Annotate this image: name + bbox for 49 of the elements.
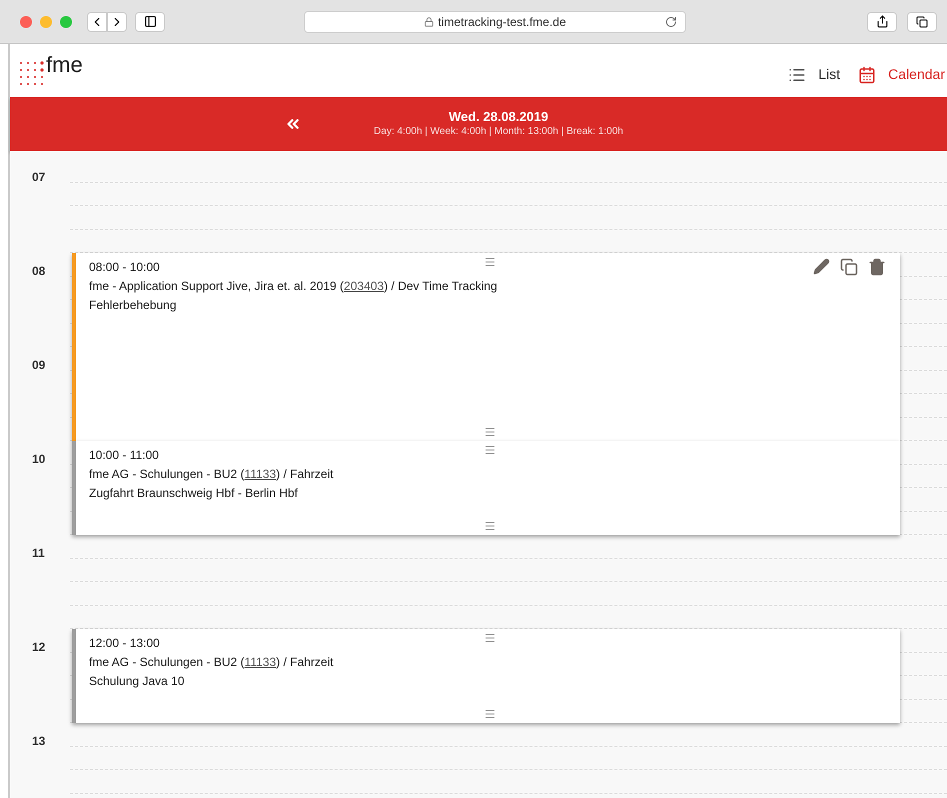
project-code-link[interactable]: 11133 bbox=[244, 655, 276, 669]
entry-note: Fehlerbehebung bbox=[89, 297, 176, 314]
day-title: Wed. 28.08.2019 bbox=[448, 109, 548, 125]
day-summary: Day: 4:00h | Week: 4:00h | Month: 13:00h | Break: 1:00h bbox=[374, 125, 624, 139]
edit-icon[interactable] bbox=[813, 258, 830, 275]
tabs-icon bbox=[916, 16, 928, 28]
drag-handle-icon[interactable] bbox=[484, 520, 496, 532]
time-entry-card[interactable]: 12:00 - 13:00 fme AG - Schulungen - BU2 (11133) / Fahrzeit Schulung Java 10 bbox=[72, 629, 900, 723]
tabs-button[interactable] bbox=[907, 12, 937, 32]
reload-icon[interactable] bbox=[665, 16, 677, 28]
time-entry-card[interactable]: 08:00 - 10:00 fme - Application Support Jive, Jira et. al. 2019 (203403) / Dev Time Tracking Fehlerbehebung bbox=[72, 253, 900, 441]
logo-text: fme bbox=[46, 54, 83, 76]
copy-icon[interactable] bbox=[840, 258, 858, 276]
sidebar-button[interactable] bbox=[135, 12, 165, 32]
entry-time: 08:00 - 10:00 bbox=[89, 259, 160, 276]
entry-project: fme AG - Schulungen - BU2 (11133) / Fahrzeit bbox=[89, 654, 334, 671]
drag-handle-icon[interactable] bbox=[484, 256, 496, 268]
address-field[interactable]: timetracking-test.fme.de bbox=[304, 10, 686, 32]
entry-note: Schulung Java 10 bbox=[89, 673, 184, 690]
nav-tab[interactable]: Calendar bbox=[858, 64, 945, 85]
time-entry-card[interactable]: 10:00 - 11:00 fme AG - Schulungen - BU2 (11133) / Fahrzeit Zugfahrt Braunschweig Hbf - Berlin Hbf bbox=[72, 441, 900, 535]
hour-label: 10 bbox=[32, 452, 46, 466]
lock-icon bbox=[424, 16, 434, 26]
share-button[interactable] bbox=[867, 12, 897, 32]
project-code-link[interactable]: 203403 bbox=[344, 279, 384, 293]
drag-handle-icon[interactable] bbox=[484, 632, 496, 644]
back-button[interactable] bbox=[87, 12, 107, 32]
entry-project: fme AG - Schulungen - BU2 (11133) / Fahrzeit bbox=[89, 466, 334, 483]
drag-handle-icon[interactable] bbox=[484, 444, 496, 456]
hour-label: 07 bbox=[32, 170, 46, 184]
entry-note: Zugfahrt Braunschweig Hbf - Berlin Hbf bbox=[89, 485, 298, 502]
sidebar-icon bbox=[144, 15, 156, 28]
url-text: timetracking-test.fme.de bbox=[438, 14, 566, 30]
entry-time: 10:00 - 11:00 bbox=[89, 447, 159, 464]
hour-label: 13 bbox=[32, 734, 46, 748]
hour-label: 12 bbox=[32, 640, 46, 654]
hour-label: 11 bbox=[32, 546, 45, 560]
entry-time: 12:00 - 13:00 bbox=[89, 635, 160, 652]
forward-button[interactable] bbox=[107, 12, 127, 32]
share-icon bbox=[876, 15, 888, 28]
hour-label: 09 bbox=[32, 358, 46, 372]
delete-icon[interactable] bbox=[868, 258, 886, 276]
project-code-link[interactable]: 11133 bbox=[244, 467, 276, 481]
drag-handle-icon[interactable] bbox=[484, 708, 496, 720]
nav-tab[interactable]: List bbox=[788, 64, 840, 85]
calendar-icon bbox=[858, 66, 876, 84]
hour-label: 08 bbox=[32, 264, 46, 278]
drag-handle-icon[interactable] bbox=[484, 426, 496, 438]
entry-project: fme - Application Support Jive, Jira et. al. 2019 (203403) / Dev Time Tracking bbox=[89, 278, 498, 295]
